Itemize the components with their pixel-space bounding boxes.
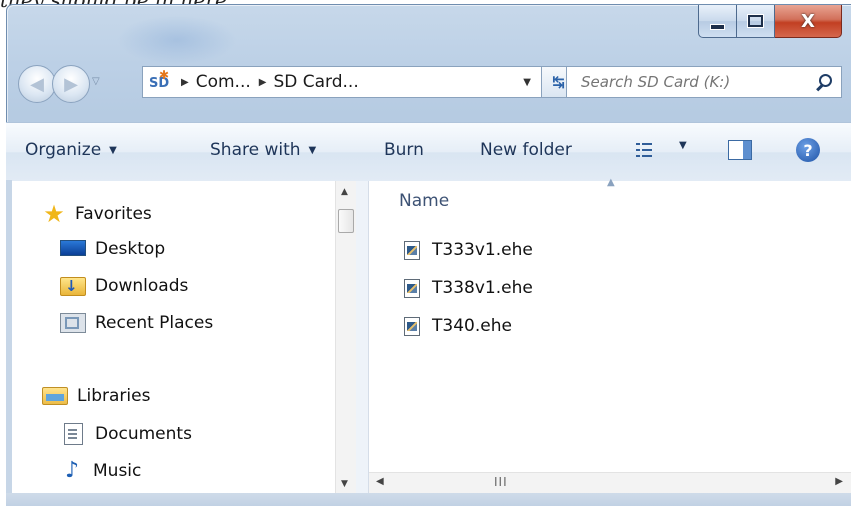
documents-icon (64, 423, 83, 445)
maximize-icon (748, 15, 763, 27)
share-with-button[interactable]: Share with ▼ (210, 140, 316, 160)
minimize-icon (710, 24, 725, 30)
scroll-down-icon[interactable]: ▼ (341, 479, 348, 489)
desktop-icon (60, 240, 86, 256)
ehe-file-icon (404, 316, 420, 336)
titlebar-glass-reflection (117, 15, 237, 65)
forward-arrow-icon: ▶ (64, 73, 78, 95)
breadcrumb-separator-icon[interactable]: ▶ (181, 77, 189, 88)
nav-favorites[interactable]: ★ Favorites (42, 200, 152, 228)
nav-item-music[interactable]: ♪ Music (60, 460, 141, 482)
help-icon[interactable]: ? (796, 138, 820, 162)
back-arrow-icon: ◀ (30, 73, 44, 95)
file-item[interactable]: T333v1.ehe (404, 240, 533, 260)
scroll-up-icon[interactable]: ▲ (341, 187, 348, 197)
preview-pane-icon[interactable] (728, 140, 752, 160)
file-list-horizontal-scrollbar[interactable]: ◀ III ▶ (369, 472, 851, 493)
sd-card-icon: SD ✱ (147, 68, 173, 94)
breadcrumb-sd-card[interactable]: SD Card... (273, 72, 358, 92)
forward-button[interactable]: ▶ (52, 65, 90, 103)
address-dropdown-icon[interactable]: ▼ (523, 77, 531, 88)
scroll-left-icon[interactable]: ◀ (376, 476, 384, 487)
view-options-chevron-icon[interactable]: ▼ (679, 140, 687, 151)
caption-buttons: X (698, 5, 842, 38)
organize-button[interactable]: Organize ▼ (25, 140, 117, 160)
nav-item-documents[interactable]: Documents (60, 423, 192, 445)
maximize-button[interactable] (737, 5, 775, 38)
scrollbar-thumb[interactable] (338, 209, 354, 233)
nav-item-desktop[interactable]: Desktop (60, 239, 165, 259)
libraries-icon (42, 387, 68, 405)
navigation-pane: ★ Favorites Desktop Downloads Recent Pla… (12, 181, 335, 493)
star-icon: ★ (43, 200, 65, 228)
file-item[interactable]: T338v1.ehe (404, 278, 533, 298)
search-box[interactable] (566, 66, 842, 98)
recent-pages-dropdown[interactable]: ▽ (92, 76, 100, 87)
nav-item-recent-places[interactable]: Recent Places (60, 313, 213, 333)
close-button[interactable]: X (775, 5, 842, 38)
close-icon: X (801, 10, 815, 32)
nav-item-downloads[interactable]: Downloads (60, 276, 188, 296)
change-view-icon[interactable] (636, 141, 654, 159)
navigation-pane-scrollbar[interactable]: ▲ ▼ (335, 181, 356, 493)
new-folder-button[interactable]: New folder (480, 140, 572, 160)
command-toolbar: Organize ▼ Share with ▼ Burn New folder ▼ … (6, 122, 851, 182)
pane-splitter[interactable] (356, 181, 369, 493)
nav-libraries[interactable]: Libraries (42, 386, 150, 406)
search-input[interactable] (579, 72, 813, 92)
navigation-row: ◀ ▶ ▽ SD ✱ ▶ Com... ▶ SD Card... ▼ ↹ (18, 62, 843, 106)
ehe-file-icon (404, 240, 420, 260)
chevron-down-icon: ▼ (308, 145, 317, 156)
file-item[interactable]: T340.ehe (404, 316, 512, 336)
file-list: ▲ Name T333v1.ehe T338v1.ehe T340.ehe (369, 177, 851, 472)
refresh-icon: ↹ (552, 73, 565, 91)
column-header-name[interactable]: Name (399, 191, 449, 211)
back-button[interactable]: ◀ (18, 65, 56, 103)
breadcrumb-computer[interactable]: Com... (196, 72, 251, 92)
ehe-file-icon (404, 278, 420, 298)
downloads-folder-icon (60, 276, 86, 296)
sort-ascending-icon: ▲ (607, 177, 615, 188)
address-bar[interactable]: SD ✱ ▶ Com... ▶ SD Card... ▼ (142, 66, 542, 98)
music-icon: ♪ (64, 458, 80, 483)
breadcrumb-separator-icon[interactable]: ▶ (259, 77, 267, 88)
recent-places-icon (60, 313, 86, 333)
burn-button[interactable]: Burn (384, 140, 424, 160)
search-icon[interactable] (813, 71, 835, 93)
sd-card-badge-icon: ✱ (159, 68, 170, 82)
scroll-right-icon[interactable]: ▶ (835, 476, 843, 487)
minimize-button[interactable] (698, 5, 737, 38)
scrollbar-grip[interactable]: III (494, 475, 508, 489)
chevron-down-icon: ▼ (109, 145, 117, 156)
window-bottom-border (6, 493, 851, 506)
